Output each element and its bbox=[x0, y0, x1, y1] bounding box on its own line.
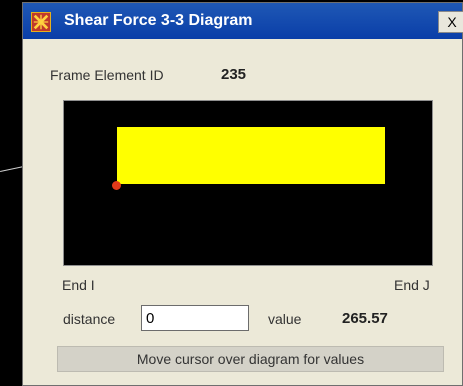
frame-element-id: 235 bbox=[221, 66, 247, 83]
title-bar[interactable]: Shear Force 3-3 Diagram X bbox=[23, 3, 463, 39]
end-i-label: End I bbox=[62, 277, 95, 293]
frame-element-label: Frame Element ID bbox=[50, 67, 164, 83]
shear-force-region bbox=[117, 127, 385, 184]
app-logo-icon bbox=[31, 12, 51, 32]
end-j-label: End J bbox=[394, 277, 430, 293]
window-title: Shear Force 3-3 Diagram bbox=[64, 12, 253, 29]
status-bar: Move cursor over diagram for values bbox=[57, 346, 444, 372]
end-i-node bbox=[112, 181, 121, 190]
shear-diagram-canvas[interactable] bbox=[63, 100, 433, 266]
value-label: value bbox=[268, 311, 302, 327]
shear-value: 265.57 bbox=[342, 310, 388, 327]
distance-label: distance bbox=[63, 311, 116, 327]
close-button[interactable]: X bbox=[438, 11, 463, 33]
distance-input[interactable] bbox=[141, 305, 249, 331]
shear-diagram-dialog: Shear Force 3-3 Diagram X Frame Element … bbox=[22, 2, 463, 386]
